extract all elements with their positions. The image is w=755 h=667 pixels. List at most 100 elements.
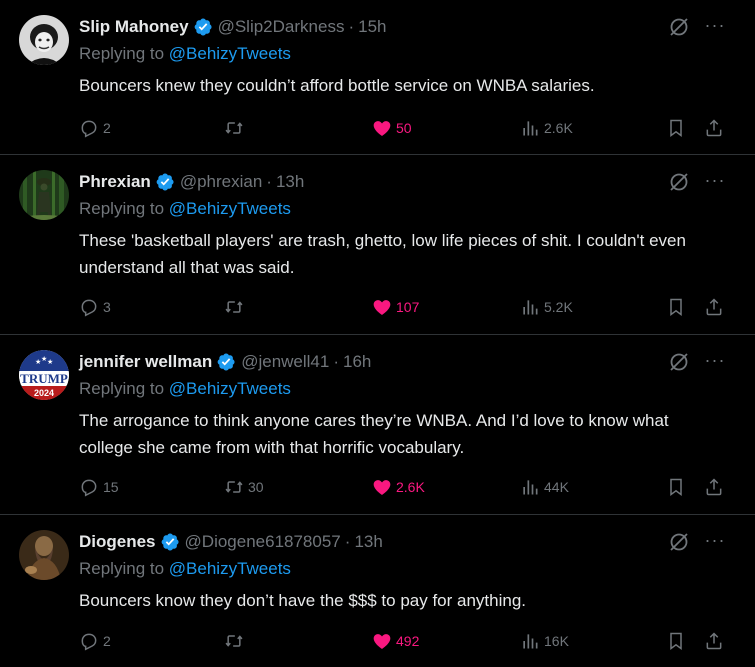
avatar-trump-text: TRUMP: [20, 371, 68, 386]
reply-feed: Slip Mahoney @Slip2Darkness · 15h ··· Re…: [0, 0, 755, 667]
more-options-button[interactable]: ···: [703, 15, 727, 37]
mention-link[interactable]: @BehizyTweets: [169, 559, 291, 578]
display-name[interactable]: jennifer wellman: [79, 352, 212, 372]
display-name[interactable]: Phrexian: [79, 172, 151, 192]
share-button[interactable]: [704, 116, 728, 140]
avatar[interactable]: [19, 530, 69, 580]
more-options-button[interactable]: ···: [703, 170, 727, 192]
like-button[interactable]: 2.6K: [372, 475, 425, 499]
share-icon: [706, 478, 722, 496]
reply-count: 2: [103, 633, 111, 649]
retweet-button[interactable]: [224, 116, 248, 140]
retweet-button[interactable]: [224, 629, 248, 653]
replying-to-label: Replying to: [79, 559, 169, 578]
display-name[interactable]: Slip Mahoney: [79, 17, 189, 37]
bookmark-button[interactable]: [666, 629, 690, 653]
tweet[interactable]: Slip Mahoney @Slip2Darkness · 15h ··· Re…: [0, 0, 755, 155]
share-button[interactable]: [704, 475, 728, 499]
user-handle[interactable]: @phrexian: [180, 172, 262, 192]
tweet-text: These 'basketball players' are trash, gh…: [79, 231, 686, 277]
user-handle[interactable]: @jenwell41: [241, 352, 329, 372]
share-icon: [706, 632, 722, 650]
separator-dot: ·: [348, 17, 355, 36]
mention-link[interactable]: @BehizyTweets: [169, 199, 291, 218]
bookmark-icon: [670, 119, 682, 137]
reply-button[interactable]: 2: [79, 629, 111, 653]
verified-badge-icon: [155, 172, 175, 192]
grok-icon[interactable]: [668, 531, 690, 553]
bookmark-icon: [670, 478, 682, 496]
replying-to-label: Replying to: [79, 199, 169, 218]
views-icon: [523, 634, 538, 649]
reply-icon: [81, 633, 97, 651]
mention-link[interactable]: @BehizyTweets: [169, 379, 291, 398]
views-icon: [523, 121, 538, 136]
user-handle[interactable]: @Slip2Darkness: [218, 17, 345, 37]
replying-to: Replying to @BehizyTweets: [79, 44, 291, 64]
reply-button[interactable]: 2: [79, 116, 111, 140]
grok-icon[interactable]: [668, 351, 690, 373]
verified-badge-icon: [216, 352, 236, 372]
avatar[interactable]: [19, 170, 69, 220]
heart-icon: [373, 634, 391, 649]
avatar[interactable]: [19, 15, 69, 65]
timestamp[interactable]: 16h: [343, 352, 371, 372]
tweet-text: Bouncers know they don’t have the $$$ to…: [79, 591, 527, 610]
bookmark-button[interactable]: [666, 116, 690, 140]
tweet-actions: 2 492 16K: [0, 629, 755, 653]
tweet[interactable]: Diogenes @Diogene61878057 · 13h ··· Repl…: [0, 515, 755, 667]
more-options-button[interactable]: ···: [703, 530, 727, 552]
retweet-button[interactable]: [224, 295, 248, 319]
replying-to: Replying to @BehizyTweets: [79, 379, 291, 399]
views-button[interactable]: 5.2K: [520, 295, 573, 319]
tweet-text: The arrogance to think anyone cares they…: [79, 411, 669, 457]
bookmark-button[interactable]: [666, 295, 690, 319]
timestamp[interactable]: 15h: [358, 17, 386, 37]
views-button[interactable]: 44K: [520, 475, 569, 499]
like-button[interactable]: 492: [372, 629, 419, 653]
tweet-header: Phrexian @phrexian · 13h: [79, 170, 304, 194]
bookmark-button[interactable]: [666, 475, 690, 499]
share-icon: [706, 298, 722, 316]
replying-to: Replying to @BehizyTweets: [79, 559, 291, 579]
reply-button[interactable]: 3: [79, 295, 111, 319]
retweet-icon: [225, 301, 243, 313]
bookmark-icon: [670, 632, 682, 650]
separator-dot: ·: [333, 352, 340, 371]
share-button[interactable]: [704, 295, 728, 319]
tweet-header: Diogenes @Diogene61878057 · 13h: [79, 530, 383, 554]
display-name[interactable]: Diogenes: [79, 532, 156, 552]
retweet-button[interactable]: 30: [224, 475, 264, 499]
like-button[interactable]: 107: [372, 295, 419, 319]
replying-to-label: Replying to: [79, 379, 169, 398]
views-button[interactable]: 2.6K: [520, 116, 573, 140]
timestamp[interactable]: 13h: [354, 532, 382, 552]
reply-icon: [81, 299, 97, 317]
mention-link[interactable]: @BehizyTweets: [169, 44, 291, 63]
tweet-actions: 2 50 2.6K: [0, 116, 755, 140]
reply-icon: [81, 479, 97, 497]
tweet[interactable]: ★ ★ ★ TRUMP 2024 jennifer wellman @jenwe…: [0, 335, 755, 515]
more-options-button[interactable]: ···: [703, 350, 727, 372]
grok-icon[interactable]: [668, 171, 690, 193]
verified-badge-icon: [160, 532, 180, 552]
avatar-year-text: 2024: [34, 388, 54, 398]
grok-icon[interactable]: [668, 16, 690, 38]
avatar[interactable]: ★ ★ ★ TRUMP 2024: [19, 350, 69, 400]
views-button[interactable]: 16K: [520, 629, 569, 653]
like-count: 492: [396, 633, 420, 649]
views-count: 16K: [544, 633, 569, 649]
tweet[interactable]: Phrexian @phrexian · 13h ··· Replying to…: [0, 155, 755, 335]
like-count: 107: [396, 299, 420, 315]
like-button[interactable]: 50: [372, 116, 412, 140]
tweet-actions: 3 107 5.2K: [0, 295, 755, 319]
timestamp[interactable]: 13h: [276, 172, 304, 192]
reply-count: 15: [103, 479, 119, 495]
like-count: 2.6K: [396, 479, 425, 495]
share-button[interactable]: [704, 629, 728, 653]
reply-button[interactable]: 15: [79, 475, 119, 499]
retweet-icon: [225, 635, 243, 647]
user-handle[interactable]: @Diogene61878057: [185, 532, 341, 552]
svg-text:★: ★: [47, 358, 53, 366]
tweet-text: Bouncers knew they couldn’t afford bottl…: [79, 76, 595, 95]
